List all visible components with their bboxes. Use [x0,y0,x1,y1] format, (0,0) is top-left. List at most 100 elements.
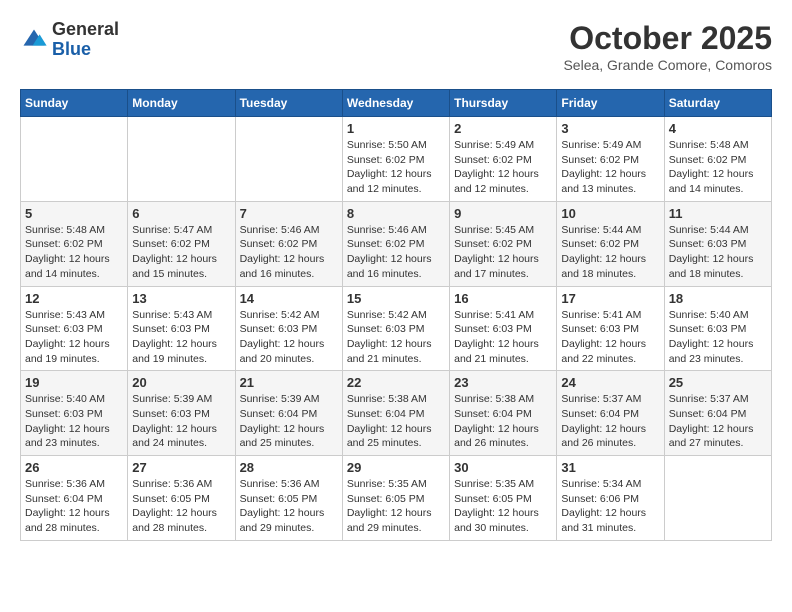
day-cell: 28Sunrise: 5:36 AM Sunset: 6:05 PM Dayli… [235,456,342,541]
day-info: Sunrise: 5:42 AM Sunset: 6:03 PM Dayligh… [240,308,338,367]
day-number: 3 [561,121,659,136]
logo-icon [20,26,48,54]
header-cell-wednesday: Wednesday [342,90,449,117]
day-info: Sunrise: 5:47 AM Sunset: 6:02 PM Dayligh… [132,223,230,282]
week-row-3: 12 Sunrise: 5:43 AM Sunset: 6:03 PM Dayli… [21,286,772,371]
day-number: 13 [132,291,230,306]
day-cell: 9 Sunrise: 5:45 AM Sunset: 6:02 PM Daylig… [450,201,557,286]
day-cell: 3 Sunrise: 5:49 AM Sunset: 6:02 PM Daylig… [557,117,664,202]
day-cell: 14Sunrise: 5:42 AM Sunset: 6:03 PM Dayli… [235,286,342,371]
day-info: Sunrise: 5:38 AM Sunset: 6:04 PM Dayligh… [347,392,445,451]
day-cell: 13Sunrise: 5:43 AM Sunset: 6:03 PM Dayli… [128,286,235,371]
header-cell-friday: Friday [557,90,664,117]
day-cell [21,117,128,202]
day-number: 12 [25,291,123,306]
day-number: 27 [132,460,230,475]
day-cell: 5 Sunrise: 5:48 AM Sunset: 6:02 PM Daylig… [21,201,128,286]
day-number: 15 [347,291,445,306]
day-cell: 23 Sunrise: 5:38 AM Sunset: 6:04 PM Dayli… [450,371,557,456]
day-info: Sunrise: 5:49 AM Sunset: 6:02 PM Dayligh… [561,138,659,197]
day-number: 22 [347,375,445,390]
day-info: Sunrise: 5:48 AM Sunset: 6:02 PM Dayligh… [669,138,767,197]
day-info: Sunrise: 5:38 AM Sunset: 6:04 PM Dayligh… [454,392,552,451]
day-info: Sunrise: 5:34 AM Sunset: 6:06 PM Dayligh… [561,477,659,536]
day-cell: 1Sunrise: 5:50 AM Sunset: 6:02 PM Daylig… [342,117,449,202]
day-cell: 19 Sunrise: 5:40 AM Sunset: 6:03 PM Dayli… [21,371,128,456]
day-number: 25 [669,375,767,390]
day-number: 2 [454,121,552,136]
day-cell: 30Sunrise: 5:35 AM Sunset: 6:05 PM Dayli… [450,456,557,541]
location-subtitle: Selea, Grande Comore, Comoros [563,57,772,73]
day-info: Sunrise: 5:49 AM Sunset: 6:02 PM Dayligh… [454,138,552,197]
day-info: Sunrise: 5:45 AM Sunset: 6:02 PM Dayligh… [454,223,552,282]
day-cell: 27 Sunrise: 5:36 AM Sunset: 6:05 PM Dayli… [128,456,235,541]
day-cell: 12 Sunrise: 5:43 AM Sunset: 6:03 PM Dayli… [21,286,128,371]
header-cell-tuesday: Tuesday [235,90,342,117]
day-number: 9 [454,206,552,221]
week-row-4: 19 Sunrise: 5:40 AM Sunset: 6:03 PM Dayli… [21,371,772,456]
day-info: Sunrise: 5:43 AM Sunset: 6:03 PM Dayligh… [25,308,123,367]
day-number: 24 [561,375,659,390]
day-cell: 11Sunrise: 5:44 AM Sunset: 6:03 PM Dayli… [664,201,771,286]
day-number: 28 [240,460,338,475]
day-info: Sunrise: 5:40 AM Sunset: 6:03 PM Dayligh… [25,392,123,451]
day-number: 29 [347,460,445,475]
day-info: Sunrise: 5:39 AM Sunset: 6:04 PM Dayligh… [240,392,338,451]
day-cell: 22 Sunrise: 5:38 AM Sunset: 6:04 PM Dayli… [342,371,449,456]
day-cell: 29 Sunrise: 5:35 AM Sunset: 6:05 PM Dayli… [342,456,449,541]
header-cell-saturday: Saturday [664,90,771,117]
day-info: Sunrise: 5:46 AM Sunset: 6:02 PM Dayligh… [347,223,445,282]
calendar-header: SundayMondayTuesdayWednesdayThursdayFrid… [21,90,772,117]
day-info: Sunrise: 5:36 AM Sunset: 6:04 PM Dayligh… [25,477,123,536]
calendar-table: SundayMondayTuesdayWednesdayThursdayFrid… [20,89,772,541]
day-info: Sunrise: 5:37 AM Sunset: 6:04 PM Dayligh… [669,392,767,451]
day-cell [664,456,771,541]
day-cell: 10 Sunrise: 5:44 AM Sunset: 6:02 PM Dayli… [557,201,664,286]
day-cell: 26 Sunrise: 5:36 AM Sunset: 6:04 PM Dayli… [21,456,128,541]
month-title: October 2025 [563,20,772,57]
calendar-body: 1Sunrise: 5:50 AM Sunset: 6:02 PM Daylig… [21,117,772,541]
day-number: 4 [669,121,767,136]
day-info: Sunrise: 5:40 AM Sunset: 6:03 PM Dayligh… [669,308,767,367]
day-number: 31 [561,460,659,475]
day-number: 16 [454,291,552,306]
day-info: Sunrise: 5:46 AM Sunset: 6:02 PM Dayligh… [240,223,338,282]
day-number: 7 [240,206,338,221]
day-cell: 17Sunrise: 5:41 AM Sunset: 6:03 PM Dayli… [557,286,664,371]
day-info: Sunrise: 5:37 AM Sunset: 6:04 PM Dayligh… [561,392,659,451]
day-number: 5 [25,206,123,221]
day-number: 26 [25,460,123,475]
day-cell: 7 Sunrise: 5:46 AM Sunset: 6:02 PM Daylig… [235,201,342,286]
day-number: 23 [454,375,552,390]
day-cell: 4 Sunrise: 5:48 AM Sunset: 6:02 PM Daylig… [664,117,771,202]
page-header: General Blue October 2025 Selea, Grande … [20,20,772,73]
logo: General Blue [20,20,119,60]
header-cell-thursday: Thursday [450,90,557,117]
logo-general-text: General [52,20,119,40]
day-info: Sunrise: 5:36 AM Sunset: 6:05 PM Dayligh… [132,477,230,536]
day-cell: 24 Sunrise: 5:37 AM Sunset: 6:04 PM Dayli… [557,371,664,456]
day-number: 10 [561,206,659,221]
day-number: 18 [669,291,767,306]
week-row-5: 26 Sunrise: 5:36 AM Sunset: 6:04 PM Dayli… [21,456,772,541]
day-info: Sunrise: 5:44 AM Sunset: 6:02 PM Dayligh… [561,223,659,282]
header-row: SundayMondayTuesdayWednesdayThursdayFrid… [21,90,772,117]
day-number: 8 [347,206,445,221]
day-cell: 16 Sunrise: 5:41 AM Sunset: 6:03 PM Dayli… [450,286,557,371]
day-info: Sunrise: 5:41 AM Sunset: 6:03 PM Dayligh… [454,308,552,367]
day-cell: 15Sunrise: 5:42 AM Sunset: 6:03 PM Dayli… [342,286,449,371]
day-number: 30 [454,460,552,475]
day-cell [235,117,342,202]
day-info: Sunrise: 5:35 AM Sunset: 6:05 PM Dayligh… [347,477,445,536]
day-number: 19 [25,375,123,390]
day-info: Sunrise: 5:48 AM Sunset: 6:02 PM Dayligh… [25,223,123,282]
day-info: Sunrise: 5:41 AM Sunset: 6:03 PM Dayligh… [561,308,659,367]
day-cell: 8 Sunrise: 5:46 AM Sunset: 6:02 PM Daylig… [342,201,449,286]
day-number: 21 [240,375,338,390]
week-row-2: 5 Sunrise: 5:48 AM Sunset: 6:02 PM Daylig… [21,201,772,286]
day-info: Sunrise: 5:44 AM Sunset: 6:03 PM Dayligh… [669,223,767,282]
day-number: 1 [347,121,445,136]
day-cell: 20Sunrise: 5:39 AM Sunset: 6:03 PM Dayli… [128,371,235,456]
title-block: October 2025 Selea, Grande Comore, Comor… [563,20,772,73]
day-number: 20 [132,375,230,390]
